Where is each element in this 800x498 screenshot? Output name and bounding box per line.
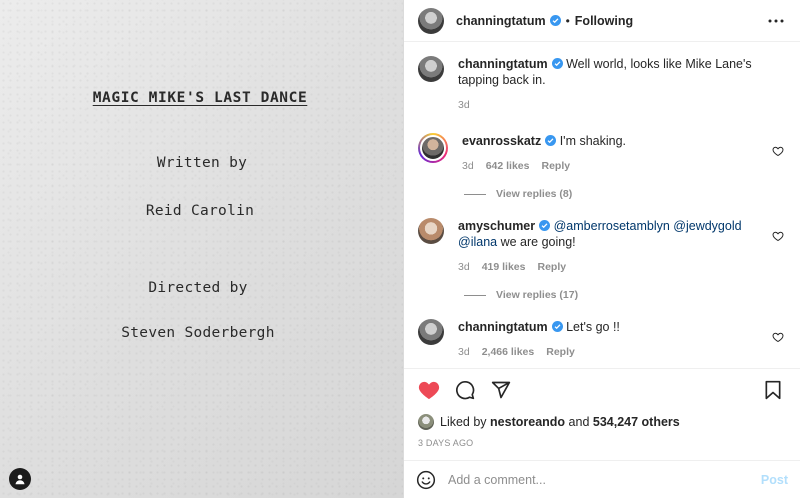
comment-time[interactable]: 3d: [458, 344, 470, 360]
comment-likes[interactable]: 2,466 likes: [482, 344, 535, 360]
caption-time[interactable]: 3d: [458, 97, 470, 113]
person-icon: [15, 474, 25, 485]
verified-badge-icon: [549, 15, 561, 26]
avatar[interactable]: [418, 7, 444, 34]
comment-time[interactable]: 3d: [462, 158, 474, 174]
post-button[interactable]: Post: [761, 473, 788, 487]
comments-list: channingtatum Well world, looks like Mik…: [404, 42, 800, 368]
verified-badge-icon: [545, 135, 557, 146]
following-button[interactable]: Following: [575, 14, 633, 28]
reply-button[interactable]: Reply: [537, 259, 566, 275]
likes-count[interactable]: 534,247 others: [593, 415, 680, 429]
comment-text: Let's go !!: [566, 320, 620, 334]
heart-outline-icon[interactable]: [772, 145, 784, 157]
instagram-post-dialog: MAGIC MIKE'S LAST DANCE Written by Reid …: [0, 0, 800, 498]
more-options-button[interactable]: [766, 11, 786, 31]
comment-icon: [456, 380, 475, 399]
script-cover-page: MAGIC MIKE'S LAST DANCE Written by Reid …: [0, 0, 403, 498]
comment-likes[interactable]: 642 likes: [486, 158, 530, 174]
likes-summary: Liked by nestoreando and 534,247 others: [404, 410, 800, 434]
liked-by-and: and: [568, 415, 590, 429]
like-button[interactable]: [416, 377, 442, 403]
comment-text: I'm shaking.: [559, 134, 627, 148]
verified-badge-icon: [551, 321, 563, 332]
heart-outline-icon[interactable]: [772, 331, 784, 343]
share-button[interactable]: [488, 377, 514, 403]
post-image[interactable]: MAGIC MIKE'S LAST DANCE Written by Reid …: [0, 0, 404, 498]
heart-filled-icon: [418, 381, 440, 399]
heart-outline-icon[interactable]: [772, 230, 784, 242]
post-header: channingtatum • Following: [404, 0, 800, 42]
comment-likes[interactable]: 419 likes: [482, 259, 526, 275]
avatar[interactable]: [418, 218, 444, 244]
script-written-by: Written by: [156, 155, 248, 171]
post-sidebar: channingtatum • Following channingtatum …: [404, 0, 800, 498]
bookmark-icon: [765, 380, 781, 399]
script-director: Steven Soderbergh: [121, 325, 275, 341]
comment-item: evanrosskatz I'm shaking. 3d 642 likes R…: [418, 133, 786, 174]
avatar[interactable]: [418, 133, 448, 163]
save-button[interactable]: [760, 377, 786, 403]
emoji-icon[interactable]: [416, 470, 436, 490]
comment-item: channingtatum Let's go !! 3d 2,466 likes…: [418, 319, 786, 360]
comment-username[interactable]: evanrosskatz: [462, 134, 541, 148]
more-horizontal-icon: [768, 19, 784, 22]
comment-item: amyschumer @amberrosetamblyn @jewdygold …: [418, 218, 786, 275]
comment-username[interactable]: channingtatum: [458, 320, 548, 334]
reply-button[interactable]: Reply: [546, 344, 575, 360]
view-replies-button[interactable]: View replies (17): [464, 289, 786, 301]
header-username[interactable]: channingtatum: [456, 14, 546, 28]
avatar[interactable]: [418, 319, 444, 345]
verified-badge-icon: [551, 58, 563, 69]
liked-by-prefix: Liked by: [440, 415, 487, 429]
paper-plane-icon: [491, 381, 511, 398]
avatar[interactable]: [418, 56, 444, 82]
post-date[interactable]: 3 DAYS AGO: [404, 434, 800, 452]
verified-badge-icon: [539, 220, 551, 231]
action-bar: [404, 368, 800, 410]
reply-button[interactable]: Reply: [541, 158, 570, 174]
comment-button[interactable]: [452, 377, 478, 403]
view-replies-button[interactable]: View replies (8): [464, 188, 786, 200]
separator-dot: •: [565, 13, 570, 28]
comment-username[interactable]: amyschumer: [458, 219, 535, 233]
script-writer: Reid Carolin: [145, 203, 255, 219]
add-comment-bar: Post: [404, 460, 800, 498]
liked-by-user[interactable]: nestoreando: [490, 415, 565, 429]
comment-text: we are going!: [500, 235, 576, 249]
comment-time[interactable]: 3d: [458, 259, 470, 275]
comment-input[interactable]: [448, 472, 761, 487]
script-directed-by: Directed by: [148, 280, 248, 296]
tagged-users-button[interactable]: [9, 468, 31, 490]
caption-username[interactable]: channingtatum: [458, 57, 548, 71]
post-caption: channingtatum Well world, looks like Mik…: [418, 56, 786, 113]
script-title: MAGIC MIKE'S LAST DANCE: [92, 90, 308, 106]
avatar[interactable]: [418, 414, 434, 430]
